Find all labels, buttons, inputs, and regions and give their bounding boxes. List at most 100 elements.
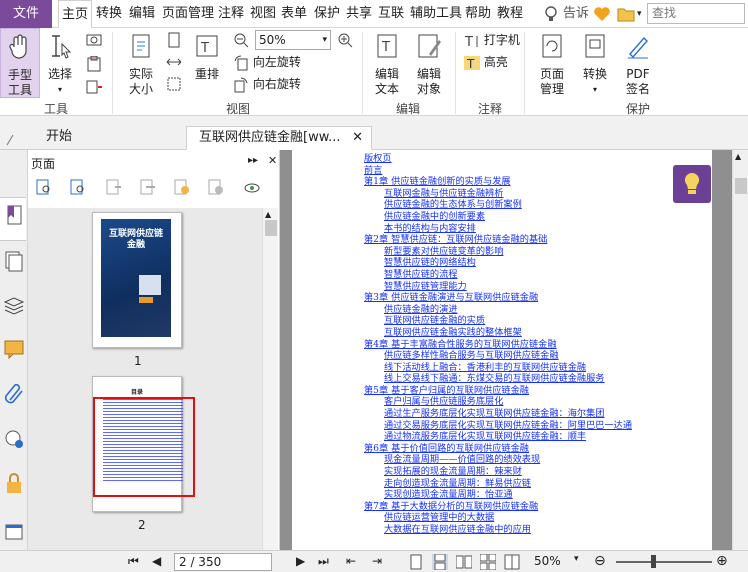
visible-area-frame[interactable]	[93, 397, 195, 497]
doc-scroll-thumb[interactable]	[735, 178, 747, 194]
select-tool-button[interactable]: 选择 ▾	[42, 32, 78, 97]
zoom-out-status-icon[interactable]: ⊖	[594, 554, 610, 570]
zoom-slider[interactable]	[616, 561, 712, 563]
toc-entry[interactable]: 通过交易服务底层化实现互联网供应链金融：阿里巴巴一达通	[364, 420, 712, 432]
layers-icon[interactable]	[3, 294, 25, 316]
page-properties-icon[interactable]	[244, 179, 260, 195]
next-view-icon[interactable]: ⇥	[372, 554, 388, 570]
page-thumbnail-2[interactable]: 目录	[92, 376, 195, 512]
toc-entry[interactable]: 走向创造现金流量周期：鲜易供应链	[364, 478, 712, 490]
menu-convert[interactable]: 转换	[96, 0, 122, 28]
zoom-in-status-icon[interactable]: ⊕	[716, 554, 732, 570]
file-menu-button[interactable]: 文件	[0, 0, 52, 28]
zoom-in-thumb-icon[interactable]	[36, 179, 52, 195]
hand-tool-button[interactable]: 手型 工具	[0, 28, 40, 98]
menu-page-management[interactable]: 页面管理	[162, 0, 214, 28]
tab-scroll-icon[interactable]	[4, 134, 16, 146]
toc-entry[interactable]: 实现拓展的现金流量周期：辣来财	[364, 466, 712, 478]
menu-form[interactable]: 表单	[281, 0, 307, 28]
toc-entry[interactable]: 供应链金融的生态体系与创新案例	[364, 199, 712, 211]
document-scrollbar[interactable]: ▲	[732, 150, 748, 550]
split-view-icon[interactable]	[504, 554, 520, 570]
extract-page-icon[interactable]	[140, 179, 156, 195]
toc-entry[interactable]: 第2章 智慧供应链：互联网供应链金融的基础	[364, 234, 712, 246]
toc-entry[interactable]: 线下活动线上融合：香港利丰的互联网供应链金融	[364, 362, 712, 374]
zoom-select[interactable]: 50% ▾	[255, 30, 331, 50]
page-management-button[interactable]: 页面 管理	[532, 32, 572, 97]
rotate-left-button[interactable]: 向左旋转	[233, 52, 301, 72]
zoom-out-icon[interactable]	[233, 32, 249, 48]
content-panel-icon[interactable]	[3, 522, 25, 544]
toc-entry[interactable]: 第6章 基于价值回路的互联网供应链金融	[364, 443, 712, 455]
toc-entry[interactable]: 现金流量周期——价值回路的绩效表现	[364, 454, 712, 466]
toc-entry[interactable]: 本书的结构与内容安排	[364, 223, 712, 235]
page-thumbnail-1[interactable]: 互联网供应链金融	[92, 212, 182, 348]
toc-entry[interactable]: 通过生产服务底层化实现互联网供应链金融：海尔集团	[364, 408, 712, 420]
panel-close-icon[interactable]: ✕	[268, 154, 277, 167]
snapshot-icon[interactable]	[86, 32, 102, 46]
toc-entry[interactable]: 互联网金融与供应链金融辨析	[364, 188, 712, 200]
menu-comment[interactable]: 注释	[218, 0, 244, 28]
previous-page-icon[interactable]: ◀	[152, 554, 168, 570]
continuous-page-icon[interactable]	[432, 554, 448, 570]
menu-view[interactable]: 视图	[250, 0, 276, 28]
pages-icon[interactable]	[3, 250, 25, 272]
search-input[interactable]: 查找	[647, 3, 745, 24]
toc-entry[interactable]: 供应链运营管理中的大数据	[364, 512, 712, 524]
menu-help[interactable]: 帮助	[465, 0, 491, 28]
toc-entry[interactable]: 第1章 供应链金融创新的实质与发展	[364, 176, 712, 188]
toc-entry[interactable]: 新型要素对供应链变革的影响	[364, 246, 712, 258]
insert-page-icon[interactable]	[106, 179, 122, 195]
lightbulb-icon[interactable]	[542, 5, 560, 23]
tips-button[interactable]	[673, 165, 711, 203]
toc-entry[interactable]: 线上交易线下融通：东煤交易的互联网供应链金融服务	[364, 373, 712, 385]
edit-object-button[interactable]: 编辑 对象	[410, 32, 448, 97]
first-page-icon[interactable]: ⏮	[128, 554, 144, 570]
zoom-in-icon[interactable]	[337, 32, 353, 48]
toc-entry[interactable]: 供应链金融中的创新要素	[364, 211, 712, 223]
toc-entry[interactable]: 大数据在互联网供应链金融中的应用	[364, 524, 712, 536]
tell-me-label[interactable]: 告诉	[563, 0, 589, 28]
toc-entry[interactable]: 互联网供应链金融的实质	[364, 315, 712, 327]
attachment-icon[interactable]	[3, 382, 25, 404]
continuous-facing-icon[interactable]	[480, 554, 496, 570]
toc-entry[interactable]: 第7章 基于大数据分析的互联网供应链金融	[364, 501, 712, 513]
folder-search-icon[interactable]	[617, 5, 635, 23]
page-number-input[interactable]: 2 / 350	[174, 553, 272, 571]
fit-visible-icon[interactable]	[166, 76, 182, 92]
toc-entry[interactable]: 智慧供应链的流程	[364, 269, 712, 281]
menu-share[interactable]: 共享	[346, 0, 372, 28]
clipboard-icon[interactable]	[86, 56, 102, 72]
scroll-up-icon[interactable]: ▲	[265, 210, 271, 219]
facing-page-icon[interactable]	[456, 554, 472, 570]
panel-expand-icon[interactable]: ▸▸	[248, 155, 258, 166]
delete-page-icon[interactable]	[208, 179, 224, 195]
zoom-slider-handle[interactable]	[651, 555, 656, 568]
zoom-out-thumb-icon[interactable]	[70, 179, 86, 195]
panel-scroll-thumb[interactable]	[265, 220, 277, 236]
fit-page-icon[interactable]	[166, 32, 182, 48]
comments-icon[interactable]	[3, 338, 25, 360]
single-page-icon[interactable]	[408, 554, 424, 570]
tab-document[interactable]: 互联网供应链金融[ww... ✕	[186, 126, 372, 150]
close-tab-icon[interactable]: ✕	[352, 127, 363, 149]
previous-view-icon[interactable]: ⇤	[346, 554, 362, 570]
convert-button[interactable]: 转换 ▾	[578, 32, 612, 97]
bookmark-icon[interactable]	[3, 204, 25, 226]
toc-entry[interactable]: 通过物流服务底层化实现互联网供应链金融：顺丰	[364, 431, 712, 443]
menu-connect[interactable]: 互联	[378, 0, 404, 28]
toc-entry[interactable]: 前言	[364, 165, 712, 177]
toc-entry[interactable]: 智慧供应链的网络结构	[364, 257, 712, 269]
toc-entry[interactable]: 互联网供应链金融实践的整体框架	[364, 327, 712, 339]
toc-entry[interactable]: 第3章 供应链金融演进与互联网供应链金融	[364, 292, 712, 304]
tab-start[interactable]: 开始	[34, 126, 182, 150]
heart-icon[interactable]	[593, 5, 611, 23]
menu-accessibility[interactable]: 辅助工具	[410, 0, 462, 28]
rotate-right-button[interactable]: 向右旋转	[233, 74, 301, 94]
toc-entry[interactable]: 客户归属与供应链服务底层化	[364, 396, 712, 408]
toc-entry[interactable]: 第4章 基于丰富融合性服务的互联网供应链金融	[364, 339, 712, 351]
toc-entry[interactable]: 版权页	[364, 153, 712, 165]
signature-panel-icon[interactable]	[3, 428, 25, 450]
insert-icon[interactable]	[86, 80, 102, 94]
toc-entry[interactable]: 供应链金融的演进	[364, 304, 712, 316]
